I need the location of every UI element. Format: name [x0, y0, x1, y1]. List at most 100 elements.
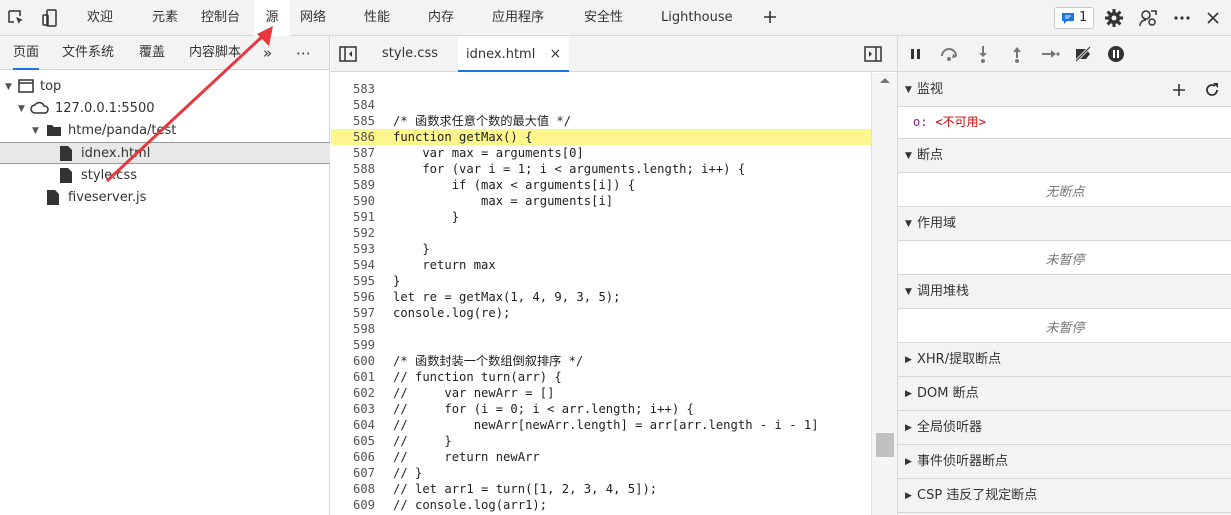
tab-overrides[interactable]: 覆盖 [139, 36, 165, 70]
code-line[interactable]: 594 return max [331, 257, 871, 273]
line-number[interactable]: 599 [331, 337, 375, 353]
section-header[interactable]: ▼ 调用堆栈 [898, 275, 1231, 309]
line-number[interactable]: 605 [331, 433, 375, 449]
line-number[interactable]: 606 [331, 449, 375, 465]
collapsed-triangle-icon[interactable]: ▶ [905, 445, 912, 479]
code-line[interactable]: 602 // var newArr = [] [331, 385, 871, 401]
code-line[interactable]: 596 let re = getMax(1, 4, 9, 3, 5); [331, 289, 871, 305]
tab-application[interactable]: 应用程序 [492, 0, 544, 36]
line-number[interactable]: 596 [331, 289, 375, 305]
tab-welcome[interactable]: 欢迎 [87, 0, 113, 36]
tree-item-file[interactable]: fiveserver.js [0, 187, 330, 209]
expanded-triangle-icon[interactable]: ▼ [905, 139, 912, 173]
tree-item-folder[interactable]: ▼ htme/panda/test [0, 120, 330, 142]
code-line[interactable]: 606 // return newArr [331, 449, 871, 465]
expand-arrow-icon[interactable]: ▼ [32, 120, 39, 142]
line-number[interactable]: 589 [331, 177, 375, 193]
code-line[interactable]: 609 // console.log(arr1); [331, 497, 871, 513]
code-line[interactable]: 590 max = arguments[i] [331, 193, 871, 209]
expand-arrow-icon[interactable]: ▼ [18, 98, 25, 120]
expand-arrow-icon[interactable]: ▼ [5, 76, 12, 98]
watch-expression[interactable]: o: <不可用> [913, 113, 986, 130]
code-line[interactable]: 601 // function turn(arr) { [331, 369, 871, 385]
code-line[interactable]: 583 [331, 81, 871, 97]
code-line[interactable]: 586 function getMax() { [331, 129, 871, 145]
line-number[interactable]: 607 [331, 465, 375, 481]
refresh-icon[interactable] [1203, 81, 1221, 99]
section-header[interactable]: ▼ 监视 [898, 73, 1231, 107]
code-line[interactable]: 584 [331, 97, 871, 113]
section-header[interactable]: ▶ XHR/提取断点 [898, 343, 1231, 377]
line-number[interactable]: 603 [331, 401, 375, 417]
line-number[interactable]: 585 [331, 113, 375, 129]
section-header[interactable]: ▶ DOM 断点 [898, 377, 1231, 411]
tab-lighthouse[interactable]: Lighthouse [661, 0, 733, 36]
collapsed-triangle-icon[interactable]: ▶ [905, 377, 912, 411]
section-header[interactable]: ▼ 断点 [898, 139, 1231, 173]
editor-scrollbar[interactable] [871, 73, 897, 515]
step-over-icon[interactable] [939, 44, 959, 64]
line-number[interactable]: 584 [331, 97, 375, 113]
code-line[interactable]: 599 [331, 337, 871, 353]
line-number[interactable]: 609 [331, 497, 375, 513]
issues-badge[interactable]: 1 [1054, 7, 1094, 29]
code-line[interactable]: 589 if (max < arguments[i]) { [331, 177, 871, 193]
more-tabs-chevron-icon[interactable]: » [263, 36, 272, 70]
line-number[interactable]: 602 [331, 385, 375, 401]
customize-icon[interactable] [1138, 8, 1158, 28]
line-number[interactable]: 590 [331, 193, 375, 209]
navigator-menu-icon[interactable]: ⋯ [296, 36, 311, 70]
code-line[interactable]: 603 // for (i = 0; i < arr.length; i++) { [331, 401, 871, 417]
tree-item-origin[interactable]: ▼ 127.0.0.1:5500 [0, 98, 330, 120]
editor-tab-style-css[interactable]: style.css [382, 36, 438, 72]
section-header[interactable]: ▶ 事件侦听器断点 [898, 445, 1231, 479]
tab-console[interactable]: 控制台 [201, 0, 240, 36]
line-number[interactable]: 598 [331, 321, 375, 337]
section-header[interactable]: ▶ CSP 违反了规定断点 [898, 479, 1231, 513]
line-number[interactable]: 594 [331, 257, 375, 273]
tree-item-file-selected[interactable]: idnex.html [0, 142, 330, 164]
code-line[interactable]: 587 var max = arguments[0] [331, 145, 871, 161]
line-number[interactable]: 595 [331, 273, 375, 289]
step-out-icon[interactable] [1007, 44, 1027, 64]
code-line[interactable]: 600 /* 函数封装一个数组倒叙排序 */ [331, 353, 871, 369]
code-area[interactable]: 583 584 585 /* 函数求任意个数的最大值 */ 586 function ge… [331, 73, 871, 515]
editor-tab-idnex-html[interactable]: idnex.html × [458, 36, 570, 72]
pause-on-exceptions-icon[interactable] [1106, 44, 1126, 64]
code-line[interactable]: 607 // } [331, 465, 871, 481]
expanded-triangle-icon[interactable]: ▼ [905, 275, 912, 309]
section-header[interactable]: ▼ 作用域 [898, 207, 1231, 241]
step-into-icon[interactable] [973, 44, 993, 64]
collapsed-triangle-icon[interactable]: ▶ [905, 479, 912, 513]
line-number[interactable]: 600 [331, 353, 375, 369]
scroll-up-icon[interactable] [880, 78, 890, 83]
collapsed-triangle-icon[interactable]: ▶ [905, 343, 912, 377]
code-line[interactable]: 597 console.log(re); [331, 305, 871, 321]
toggle-debugger-icon[interactable] [864, 45, 882, 63]
code-line[interactable]: 608 // let arr1 = turn([1, 2, 3, 4, 5]); [331, 481, 871, 497]
line-number[interactable]: 604 [331, 417, 375, 433]
toggle-navigator-icon[interactable] [339, 45, 357, 63]
line-number[interactable]: 587 [331, 145, 375, 161]
inspect-element-icon[interactable] [6, 8, 26, 28]
line-number[interactable]: 601 [331, 369, 375, 385]
tree-item-top[interactable]: ▼ top [0, 76, 330, 98]
line-number[interactable]: 588 [331, 161, 375, 177]
line-number[interactable]: 583 [331, 81, 375, 97]
tab-close-icon[interactable]: × [549, 46, 561, 62]
line-number[interactable]: 586 [331, 129, 375, 145]
code-line[interactable]: 585 /* 函数求任意个数的最大值 */ [331, 113, 871, 129]
add-watch-icon[interactable] [1170, 81, 1188, 99]
code-line[interactable]: 588 for (var i = 1; i < arguments.length… [331, 161, 871, 177]
code-line[interactable]: 592 [331, 225, 871, 241]
section-header[interactable]: ▶ 全局侦听器 [898, 411, 1231, 445]
line-number[interactable]: 591 [331, 209, 375, 225]
line-number[interactable]: 593 [331, 241, 375, 257]
code-line[interactable]: 595} [331, 273, 871, 289]
tab-security[interactable]: 安全性 [584, 0, 623, 36]
expanded-triangle-icon[interactable]: ▼ [905, 73, 912, 107]
tab-memory[interactable]: 内存 [428, 0, 454, 36]
tab-content-scripts[interactable]: 内容脚本 [189, 36, 247, 70]
tab-sources[interactable]: 源 [254, 0, 290, 36]
code-line[interactable]: 598 [331, 321, 871, 337]
